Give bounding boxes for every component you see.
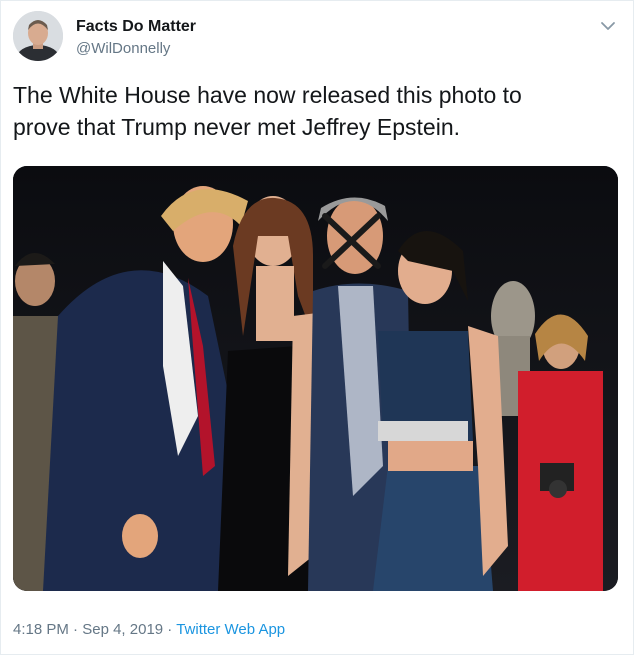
tweet-photo[interactable] xyxy=(13,166,618,591)
tweet-source-link[interactable]: Twitter Web App xyxy=(176,621,285,638)
author-handle[interactable]: @WilDonnelly xyxy=(76,40,170,57)
tweet-time[interactable]: 4:18 PM xyxy=(13,621,69,638)
separator: · xyxy=(163,621,177,638)
photo-image xyxy=(13,166,618,591)
tweet-date[interactable]: Sep 4, 2019 xyxy=(82,621,163,638)
separator: · xyxy=(68,621,83,638)
author-name[interactable]: Facts Do Matter xyxy=(76,18,196,36)
author-avatar[interactable] xyxy=(13,11,63,61)
avatar-image xyxy=(13,11,63,61)
tweet-card: Facts Do Matter @WilDonnelly The White H… xyxy=(0,0,634,655)
chevron-down-icon[interactable] xyxy=(599,17,617,35)
tweet-text: The White House have now released this p… xyxy=(13,79,613,143)
tweet-text-line-1: The White House have now released this p… xyxy=(13,82,522,108)
tweet-footer: 4:18 PM · Sep 4, 2019 · Twitter Web App xyxy=(13,621,285,638)
tweet-text-line-2: prove that Trump never met Jeffrey Epste… xyxy=(13,114,461,140)
